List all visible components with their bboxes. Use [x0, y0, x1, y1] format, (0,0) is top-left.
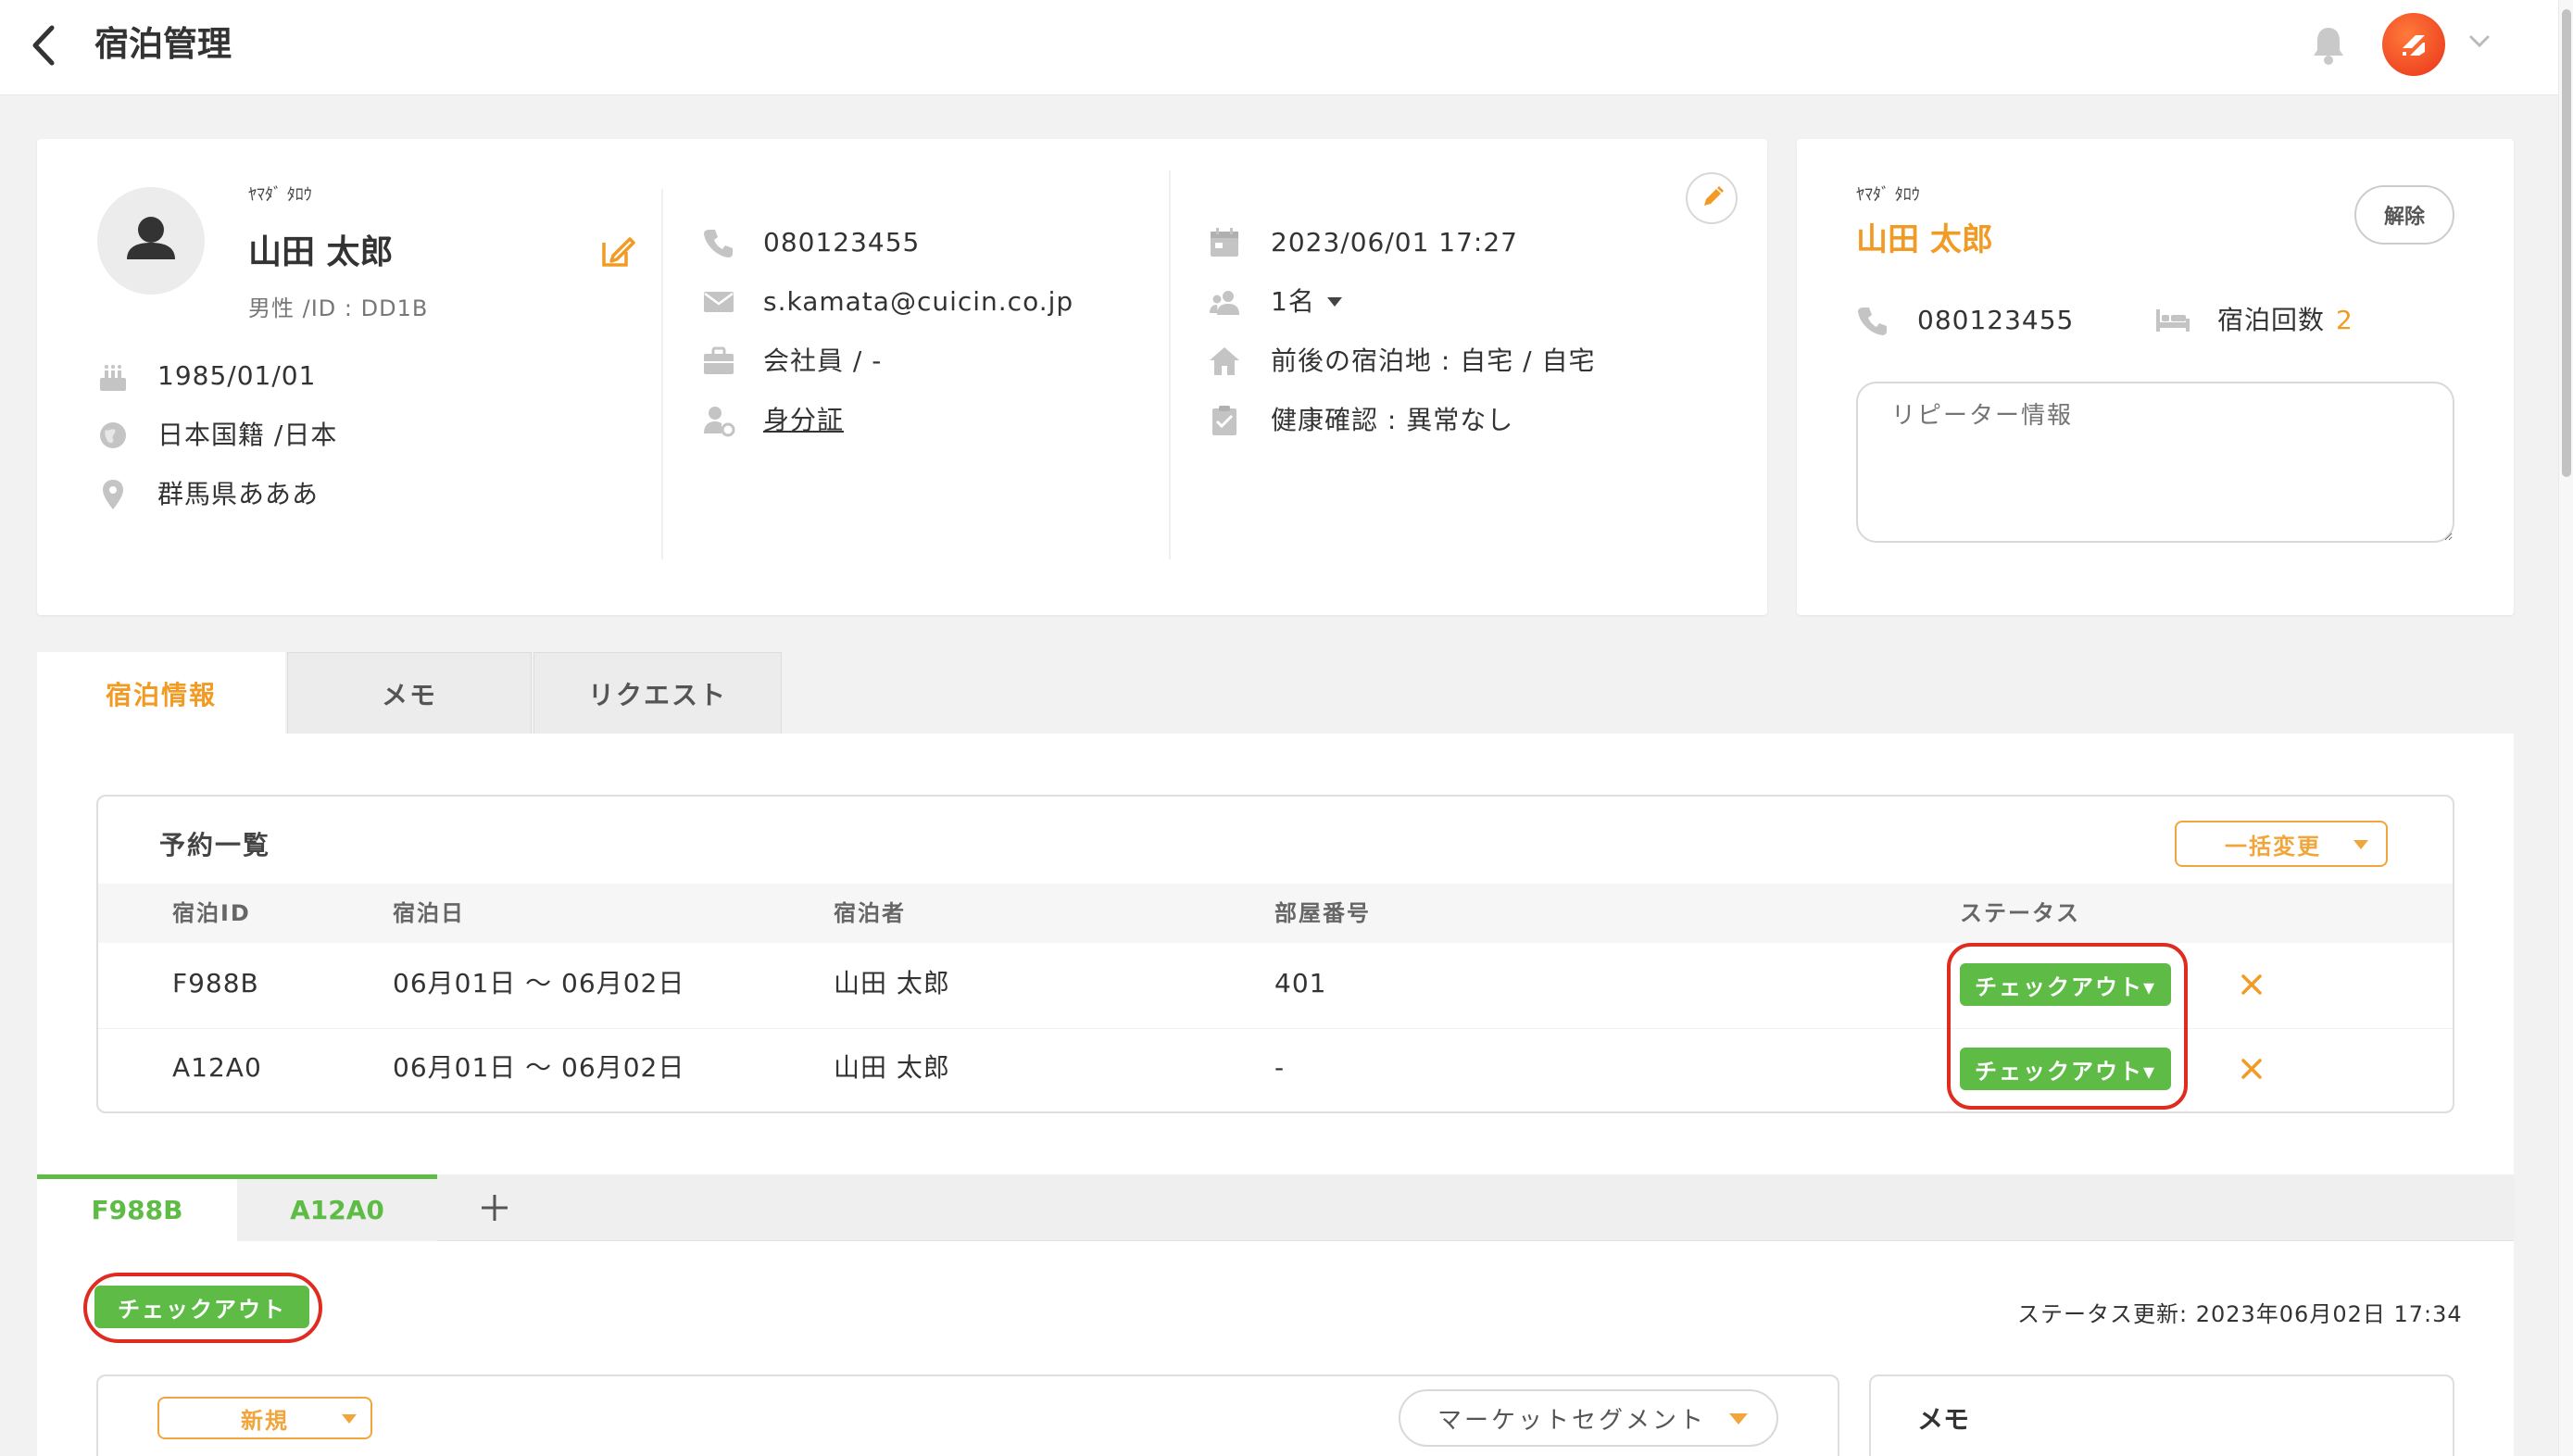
id-document-link[interactable]: 身分証 [763, 402, 844, 439]
guest-email: s.kamata@cuicin.co.jp [763, 286, 1074, 317]
id-person-icon [702, 404, 735, 437]
briefcase-icon [702, 345, 735, 378]
row-stay-id: F988B [172, 968, 259, 998]
guest-name-kana: ﾔﾏﾀﾞ ﾀﾛｳ [248, 185, 312, 205]
edit-name-icon[interactable] [598, 233, 635, 270]
back-arrow-icon[interactable] [26, 24, 63, 67]
repeater-phone: 080123455 [1917, 305, 2075, 335]
guest-nationality: 日本国籍 /日本 [157, 420, 338, 450]
check-in-datetime: 2023/06/01 17:27 [1271, 227, 1518, 257]
globe-icon [96, 419, 130, 452]
row-stay-id: A12A0 [172, 1052, 262, 1083]
add-plus-icon[interactable] [474, 1187, 515, 1228]
page-title: 宿泊管理 [94, 24, 232, 64]
birthday-cake-icon [96, 361, 130, 395]
location-pin-icon [96, 478, 130, 511]
status-highlight-ring [83, 1273, 322, 1343]
subtab-a12a0-tab[interactable]: A12A0 [237, 1174, 437, 1241]
reservation-list-title: 予約一覧 [159, 830, 271, 860]
scrollbar-thumb[interactable] [2562, 9, 2571, 477]
type-select[interactable]: 新規 [157, 1397, 372, 1439]
repeater-name: 山田 太郎 [1856, 221, 1993, 258]
guest-phone: 080123455 [763, 227, 921, 257]
column-header-stay-date: 宿泊日 [393, 900, 465, 926]
status-updated: ステータス更新: 2023年06月02日 17:34 [2017, 1301, 2463, 1327]
guest-address: 群馬県あああ [157, 479, 320, 509]
subtab-f988b-active[interactable]: F988B [37, 1174, 237, 1241]
column-divider [1169, 170, 1171, 559]
guest-count: 1名 [1271, 286, 1315, 317]
calendar-icon [1208, 226, 1241, 259]
bed-icon [2154, 306, 2191, 335]
type-select-value: 新規 [241, 1407, 289, 1434]
chevron-down-icon[interactable] [2466, 28, 2493, 56]
delete-x-icon[interactable] [2238, 1055, 2265, 1083]
column-header-status: ステータス [1960, 900, 2080, 926]
caret-down-icon [342, 1414, 357, 1424]
health-check: 健康確認 : 異常なし [1271, 405, 1514, 435]
tab-request[interactable]: リクエスト [533, 652, 782, 734]
tab-stay-info[interactable]: 宿泊情報 [37, 652, 285, 734]
status-highlight-ring [1947, 943, 2188, 1110]
row-stay-dates: 06月01日 ～ 06月02日 [393, 1052, 685, 1083]
memo-title: メモ [1917, 1404, 1970, 1435]
delete-x-icon[interactable] [2238, 971, 2265, 998]
bell-icon[interactable] [2309, 24, 2348, 67]
app-header: 宿泊管理 [0, 0, 2558, 95]
phone-icon [1856, 304, 1889, 337]
phone-icon [702, 226, 735, 259]
caret-down-icon [1326, 297, 1342, 307]
release-button[interactable]: 解除 [2354, 185, 2454, 245]
column-header-guest: 宿泊者 [834, 900, 906, 926]
guest-count-dropdown[interactable]: 1名 [1271, 283, 1345, 320]
column-header-stay-id: 宿泊ID [172, 900, 251, 926]
stay-count-label: 宿泊回数 [2217, 305, 2326, 335]
caret-down-icon [2353, 840, 2368, 849]
repeater-name-kana: ﾔﾏﾀﾞ ﾀﾛｳ [1856, 185, 1920, 205]
edit-profile-button[interactable] [1686, 172, 1738, 224]
row-room: 401 [1274, 968, 1327, 998]
clipboard-check-icon [1208, 404, 1241, 437]
row-room: - [1274, 1052, 1286, 1083]
guest-avatar [97, 187, 205, 295]
guest-birthday: 1985/01/01 [157, 360, 317, 391]
row-guest: 山田 太郎 [834, 1052, 950, 1083]
house-icon [1208, 345, 1241, 378]
user-avatar[interactable] [2382, 13, 2445, 76]
bulk-change-label: 一括変更 [2225, 833, 2321, 860]
market-segment-select[interactable]: マーケットセグメント [1399, 1389, 1778, 1447]
mail-icon [702, 285, 735, 319]
guest-gender-id: 男性 /ID : DD1B [248, 295, 429, 321]
guest-occupation: 会社員 / - [763, 345, 883, 376]
bulk-change-select[interactable]: 一括変更 [2175, 821, 2388, 867]
stay-count: 宿泊回数 2 [2217, 302, 2353, 339]
tab-memo[interactable]: メモ [287, 652, 532, 734]
column-header-room: 部屋番号 [1274, 900, 1371, 926]
people-icon [1208, 285, 1241, 319]
row-guest: 山田 太郎 [834, 968, 950, 998]
market-segment-label: マーケットセグメント [1437, 1406, 1707, 1435]
repeater-info-textarea[interactable] [1856, 382, 2454, 543]
column-divider [661, 189, 663, 559]
prev-next-stay: 前後の宿泊地 : 自宅 / 自宅 [1271, 345, 1596, 376]
caret-down-icon [1729, 1413, 1748, 1425]
row-stay-dates: 06月01日 ～ 06月02日 [393, 968, 685, 998]
guest-name: 山田 太郎 [248, 233, 394, 271]
stay-count-value: 2 [2336, 305, 2353, 335]
